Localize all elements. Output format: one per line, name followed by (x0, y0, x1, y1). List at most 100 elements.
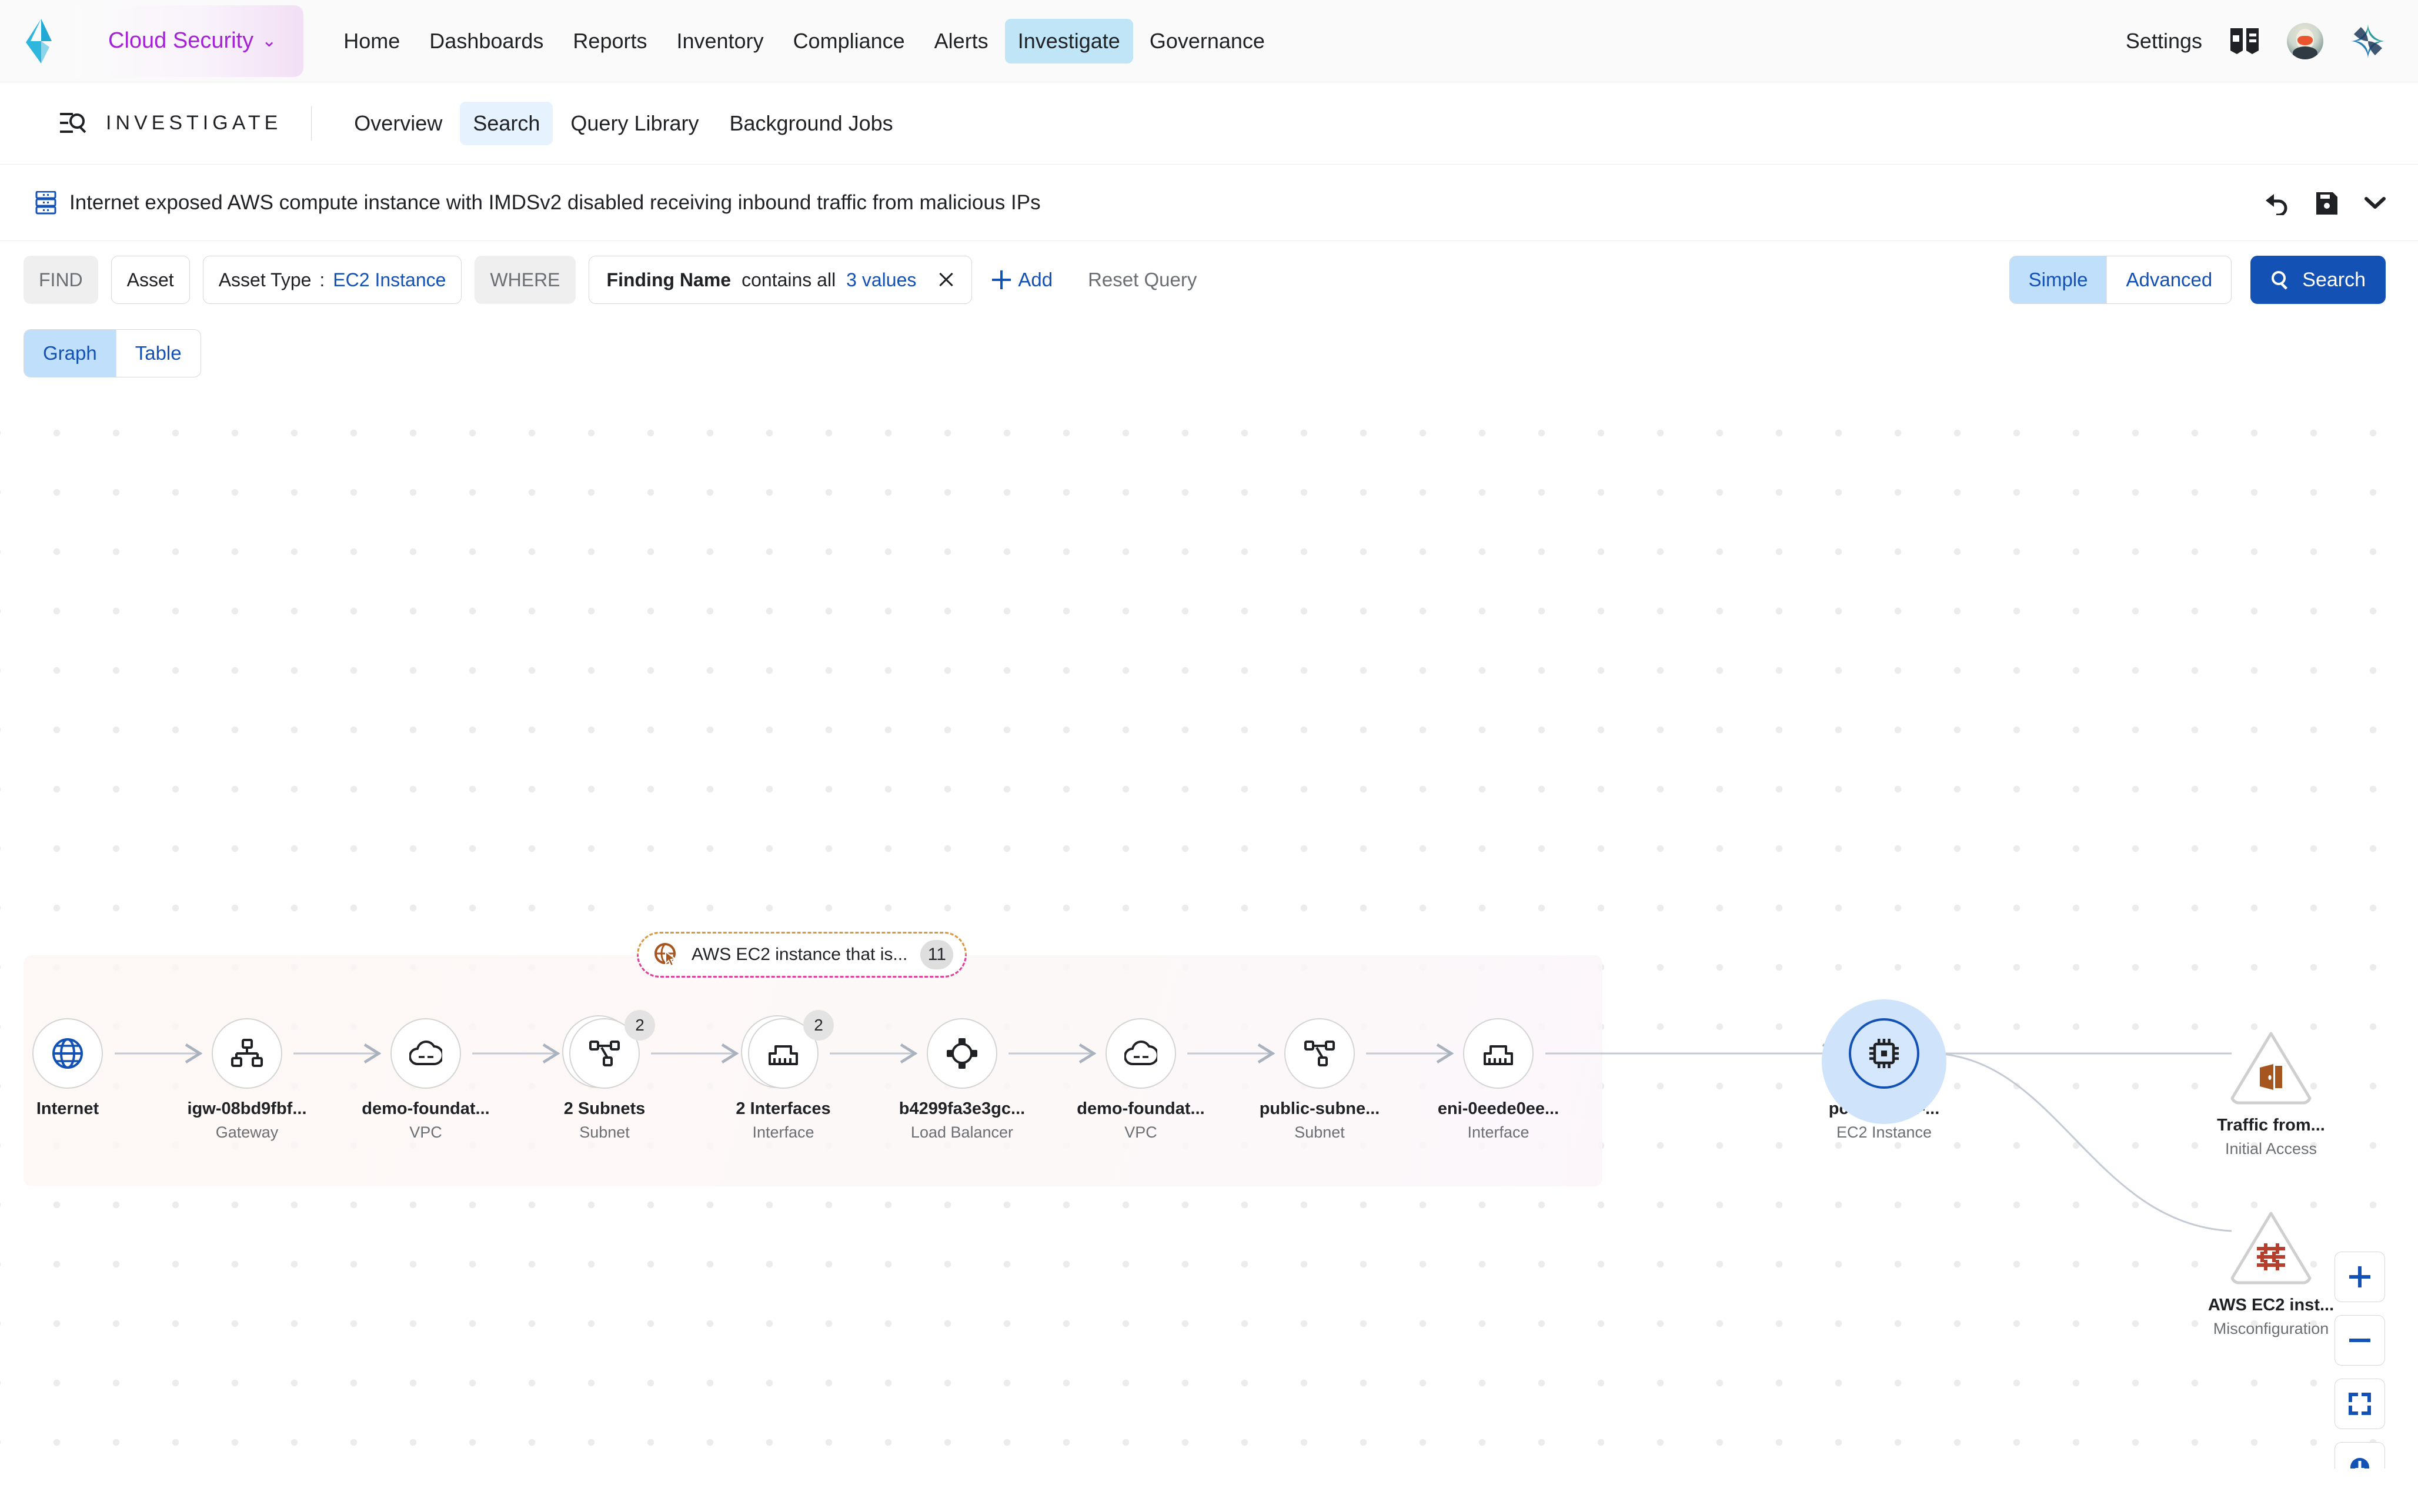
vpc-cloud-icon (409, 1040, 442, 1065)
ec2-chip-icon (1869, 1039, 1899, 1068)
node-label: b4299fa3e3gc... (899, 1099, 1026, 1118)
asset-type-value[interactable]: EC2 Instance (333, 269, 446, 291)
graph-node-vpc-2[interactable]: demo-foundat... VPC (1073, 1018, 1208, 1142)
tab-overview[interactable]: Overview (341, 102, 455, 145)
graph-node-gateway[interactable]: igw-08bd9fbf... Gateway (179, 1018, 315, 1142)
nav-item-dashboards[interactable]: Dashboards (416, 19, 556, 63)
graph-node-ec2-instance-selected[interactable]: pc-national-... EC2 Instance (1816, 999, 1952, 1142)
node-sublabel: Misconfiguration (2213, 1320, 2329, 1337)
avatar-body (2293, 46, 2317, 59)
graph-node-public-subnet[interactable]: public-subne... Subnet (1252, 1018, 1387, 1142)
node-sublabel: Subnet (579, 1123, 630, 1141)
search-button-label: Search (2302, 268, 2366, 291)
node-circle: 2 (741, 1010, 834, 1089)
search-button[interactable]: Search (2250, 256, 2386, 304)
query-mode-actions: Simple Advanced Search (2009, 256, 2386, 304)
top-header-bar: Cloud Security ⌄ Home Dashboards Reports… (0, 0, 2418, 82)
node-sublabel: Load Balancer (910, 1123, 1014, 1141)
node-sublabel: Gateway (215, 1123, 279, 1141)
tab-search[interactable]: Search (460, 101, 553, 145)
download-circle-icon (2350, 1458, 2369, 1468)
node-sublabel: VPC (1124, 1123, 1157, 1141)
node-label: 2 Subnets (563, 1099, 646, 1118)
exposure-globe-cursor-icon (654, 943, 677, 967)
tenant-selector[interactable]: Cloud Security ⌄ (75, 5, 304, 77)
graph-node-finding-initial-access[interactable]: Traffic from... Initial Access (2203, 1029, 2339, 1158)
tab-query-library[interactable]: Query Library (557, 102, 712, 145)
graph-node-eni-interface[interactable]: eni-0eede0ee... Interface (1431, 1018, 1566, 1142)
reset-query-button[interactable]: Reset Query (1088, 269, 1197, 291)
mode-simple[interactable]: Simple (2009, 256, 2107, 303)
filter-operator[interactable]: contains all (742, 269, 836, 291)
close-icon[interactable] (936, 270, 956, 290)
add-filter-label: Add (1018, 269, 1053, 290)
nav-item-investigate[interactable]: Investigate (1004, 18, 1133, 63)
graph-canvas[interactable]: AWS EC2 instance that is... 11 Internet (0, 377, 2418, 1468)
graph-node-vpc-1[interactable]: demo-foundat... VPC (358, 1018, 493, 1142)
node-label: eni-0eede0ee... (1437, 1099, 1559, 1118)
nav-item-inventory[interactable]: Inventory (663, 19, 776, 63)
graph-node-internet[interactable]: Internet (0, 1018, 135, 1123)
ai-sparkle-icon[interactable] (2350, 23, 2386, 59)
tab-background-jobs[interactable]: Background Jobs (716, 102, 906, 145)
node-label: 2 Interfaces (736, 1099, 831, 1118)
exposure-badge[interactable]: AWS EC2 instance that is... 11 (637, 932, 967, 978)
zoom-in-button[interactable] (2334, 1252, 2385, 1302)
asset-type-chip[interactable]: Asset Type : EC2 Instance (202, 256, 462, 304)
nav-item-alerts[interactable]: Alerts (921, 19, 1001, 63)
node-sublabel: VPC (409, 1123, 442, 1141)
view-graph[interactable]: Graph (24, 330, 116, 377)
investigate-search-icon (60, 112, 86, 133)
download-graph-button[interactable] (2334, 1442, 2385, 1468)
book-icon[interactable] (2229, 27, 2260, 55)
zoom-out-button[interactable] (2334, 1315, 2385, 1366)
node-label: igw-08bd9fbf... (187, 1099, 307, 1118)
view-table[interactable]: Table (115, 330, 201, 377)
node-count-badge: 2 (803, 1010, 834, 1041)
filter-values[interactable]: 3 values (846, 269, 916, 291)
finding-name-filter-chip[interactable]: Finding Name contains all 3 values (588, 256, 973, 304)
avatar[interactable] (2287, 22, 2323, 59)
investigate-tabs: Overview Search Query Library Background… (341, 101, 906, 145)
node-circle (1849, 1018, 1919, 1089)
filter-field-label: Finding Name (606, 269, 732, 290)
node-circle (1284, 1018, 1355, 1089)
load-balancer-icon (947, 1038, 977, 1069)
open-door-icon (2255, 1061, 2287, 1093)
view-toggle-row: Graph Table (0, 319, 2418, 377)
nav-item-governance[interactable]: Governance (1137, 19, 1278, 63)
node-label: demo-foundat... (1077, 1099, 1205, 1118)
settings-link[interactable]: Settings (2126, 29, 2202, 53)
node-label: public-subne... (1259, 1099, 1380, 1118)
fit-screen-icon (2349, 1393, 2371, 1415)
mode-advanced[interactable]: Advanced (2106, 256, 2231, 303)
prisma-logo-icon[interactable] (24, 18, 59, 63)
avatar-mask (2297, 35, 2313, 45)
nav-item-home[interactable]: Home (330, 19, 413, 63)
undo-icon[interactable] (2263, 190, 2289, 215)
asset-type-separator: : (319, 269, 325, 290)
gateway-icon (231, 1039, 263, 1067)
entity-chip[interactable]: Asset (111, 256, 190, 304)
graph-node-interfaces-group[interactable]: 2 2 Interfaces Interface (716, 1010, 851, 1142)
minus-icon (2349, 1339, 2370, 1342)
exposure-badge-label: AWS EC2 instance that is... (692, 945, 908, 964)
nav-item-compliance[interactable]: Compliance (780, 19, 918, 63)
node-circle (32, 1018, 103, 1089)
graph-node-finding-misconfiguration[interactable]: AWS EC2 inst... Misconfiguration (2203, 1209, 2339, 1338)
save-icon[interactable] (2315, 191, 2339, 215)
graph-node-subnets-group[interactable]: 2 2 Subnets Subnet (537, 1010, 672, 1142)
graph-node-load-balancer[interactable]: b4299fa3e3gc... Load Balancer (894, 1018, 1030, 1142)
chevron-down-icon[interactable] (2364, 196, 2386, 209)
result-view-toggle: Graph Table (24, 329, 201, 377)
header-actions: Settings (2126, 22, 2386, 59)
node-circle (390, 1018, 461, 1089)
fit-to-screen-button[interactable] (2334, 1379, 2385, 1429)
node-sublabel: Initial Access (2225, 1140, 2317, 1158)
add-filter-button[interactable]: Add (992, 269, 1053, 291)
interface-icon (1484, 1045, 1513, 1065)
exposure-badge-count: 11 (920, 940, 954, 969)
page-title: Internet exposed AWS compute instance wi… (69, 190, 1041, 214)
nav-item-reports[interactable]: Reports (560, 19, 660, 63)
subnet-icon (1304, 1041, 1335, 1066)
